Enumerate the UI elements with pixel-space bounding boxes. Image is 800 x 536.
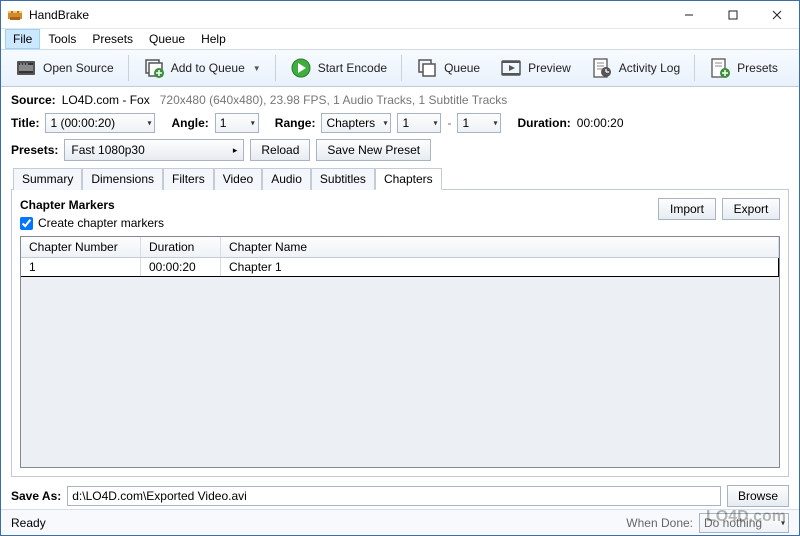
title-select[interactable]: 1 (00:00:20)▾ <box>45 113 155 133</box>
minimize-button[interactable] <box>667 1 711 29</box>
preview-label: Preview <box>528 61 571 75</box>
open-source-button[interactable]: Open Source <box>7 54 122 82</box>
tab-audio[interactable]: Audio <box>262 168 311 190</box>
tab-subtitles[interactable]: Subtitles <box>311 168 375 190</box>
toolbar-separator <box>694 55 695 81</box>
import-button[interactable]: Import <box>658 198 716 220</box>
add-to-queue-icon <box>143 57 165 79</box>
preview-icon <box>500 57 522 79</box>
play-icon <box>290 57 312 79</box>
menu-tools[interactable]: Tools <box>40 29 84 49</box>
save-new-preset-button[interactable]: Save New Preset <box>316 139 431 161</box>
statusbar: Ready When Done: Do nothing▾ <box>1 509 799 535</box>
range-label: Range: <box>275 116 316 130</box>
source-row: Source: LO4D.com - Fox 720x480 (640x480)… <box>11 93 789 107</box>
chapters-panel: Chapter Markers Create chapter markers I… <box>11 190 789 477</box>
angle-label: Angle: <box>171 116 208 130</box>
menu-presets[interactable]: Presets <box>84 29 141 49</box>
duration-label: Duration: <box>517 116 570 130</box>
cell-duration: 00:00:20 <box>141 258 221 276</box>
start-encode-label: Start Encode <box>318 61 387 75</box>
table-row[interactable]: 1 00:00:20 Chapter 1 <box>21 258 779 277</box>
col-chapter-name[interactable]: Chapter Name <box>221 237 779 257</box>
start-encode-button[interactable]: Start Encode <box>282 54 395 82</box>
app-icon <box>7 7 23 23</box>
chapter-markers-title: Chapter Markers <box>20 198 658 212</box>
presets-button[interactable]: Presets <box>701 54 786 82</box>
open-source-icon <box>15 57 37 79</box>
chevron-down-icon: ▾ <box>251 119 255 128</box>
export-button[interactable]: Export <box>722 198 780 220</box>
range-to-select[interactable]: 1▾ <box>457 113 501 133</box>
add-to-queue-label: Add to Queue <box>171 61 245 75</box>
preset-select[interactable]: Fast 1080p30 ▸ <box>64 139 244 161</box>
tabset: Summary Dimensions Filters Video Audio S… <box>11 167 789 190</box>
when-done-select[interactable]: Do nothing▾ <box>699 513 789 533</box>
menu-queue[interactable]: Queue <box>141 29 193 49</box>
source-name: LO4D.com - Fox <box>62 93 150 107</box>
menu-help[interactable]: Help <box>193 29 234 49</box>
toolbar-separator <box>275 55 276 81</box>
save-as-label: Save As: <box>11 489 61 503</box>
chevron-down-icon: ▾ <box>383 119 387 128</box>
menu-file[interactable]: File <box>5 29 40 49</box>
maximize-button[interactable] <box>711 1 755 29</box>
chevron-down-icon: ▾ <box>433 119 437 128</box>
cell-chapter-name[interactable]: Chapter 1 <box>221 258 779 276</box>
preview-button[interactable]: Preview <box>492 54 579 82</box>
save-as-input[interactable]: d:\LO4D.com\Exported Video.avi <box>67 486 721 506</box>
menubar: File Tools Presets Queue Help <box>1 29 799 49</box>
range-dash: - <box>447 116 451 130</box>
create-chapter-markers-input[interactable] <box>20 217 33 230</box>
duration-value: 00:00:20 <box>577 116 624 130</box>
col-duration[interactable]: Duration <box>141 237 221 257</box>
col-chapter-number[interactable]: Chapter Number <box>21 237 141 257</box>
toolbar-separator <box>128 55 129 81</box>
chapters-table: Chapter Number Duration Chapter Name 1 0… <box>20 236 780 468</box>
chevron-down-icon: ▾ <box>781 518 785 527</box>
presets-label: Presets <box>737 61 778 75</box>
tab-filters[interactable]: Filters <box>163 168 214 190</box>
title-label: Title: <box>11 116 39 130</box>
activity-log-label: Activity Log <box>619 61 680 75</box>
chevron-down-icon: ▾ <box>493 119 497 128</box>
range-from-select[interactable]: 1▾ <box>397 113 441 133</box>
close-button[interactable] <box>755 1 799 29</box>
activity-log-icon <box>591 57 613 79</box>
source-label: Source: <box>11 93 56 107</box>
toolbar: Open Source Add to Queue ▼ Start Encode … <box>1 49 799 87</box>
window-title: HandBrake <box>29 8 667 22</box>
tab-summary[interactable]: Summary <box>13 168 82 190</box>
queue-button[interactable]: Queue <box>408 54 488 82</box>
presets-icon <box>709 57 731 79</box>
queue-icon <box>416 57 438 79</box>
open-source-label: Open Source <box>43 61 114 75</box>
titlebar: HandBrake <box>1 1 799 29</box>
reload-button[interactable]: Reload <box>250 139 310 161</box>
source-meta: 720x480 (640x480), 23.98 FPS, 1 Audio Tr… <box>160 93 508 107</box>
save-row: Save As: d:\LO4D.com\Exported Video.avi … <box>1 481 799 509</box>
cell-chapter-number: 1 <box>21 258 141 276</box>
toolbar-separator <box>401 55 402 81</box>
presets-row: Presets: Fast 1080p30 ▸ Reload Save New … <box>11 139 789 161</box>
chevron-down-icon: ▾ <box>147 119 151 128</box>
queue-label: Queue <box>444 61 480 75</box>
browse-button[interactable]: Browse <box>727 485 789 507</box>
tab-dimensions[interactable]: Dimensions <box>82 168 163 190</box>
add-to-queue-button[interactable]: Add to Queue ▼ <box>135 54 269 82</box>
create-chapter-markers-checkbox[interactable]: Create chapter markers <box>20 216 658 230</box>
title-row: Title: 1 (00:00:20)▾ Angle: 1▾ Range: Ch… <box>11 113 789 133</box>
tab-chapters[interactable]: Chapters <box>375 168 442 190</box>
chevron-down-icon: ▼ <box>253 64 261 73</box>
when-done-label: When Done: <box>626 516 693 530</box>
status-text: Ready <box>11 516 46 530</box>
range-type-select[interactable]: Chapters▾ <box>321 113 391 133</box>
tab-video[interactable]: Video <box>214 168 262 190</box>
table-header: Chapter Number Duration Chapter Name <box>21 237 779 258</box>
activity-log-button[interactable]: Activity Log <box>583 54 688 82</box>
presets-label: Presets: <box>11 143 58 157</box>
chevron-right-icon: ▸ <box>233 145 238 156</box>
angle-select[interactable]: 1▾ <box>215 113 259 133</box>
